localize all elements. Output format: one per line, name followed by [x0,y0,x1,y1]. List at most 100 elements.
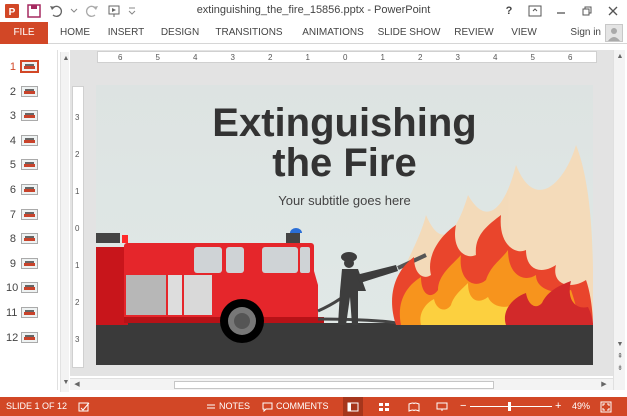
fit-to-window-icon[interactable] [600,397,612,416]
horizontal-scroll-thumb[interactable] [174,381,494,389]
reading-view-button[interactable] [408,397,420,416]
slide-thumbnail-image [21,110,38,122]
scroll-right-icon[interactable]: ▶ [599,380,609,390]
ruler-tick-label: 3 [230,53,235,62]
slide-thumbnail[interactable]: 7 [0,206,56,224]
ruler-tick-label: 1 [380,53,385,62]
next-slide-icon[interactable]: ⇟ [615,364,625,374]
slide-sorter-button[interactable] [378,397,390,416]
scroll-down-icon[interactable]: ▼ [615,340,625,350]
slide-thumbnail[interactable]: 10 [0,279,56,297]
ruler-tick-label: 2 [418,53,423,62]
ruler-tick-label: 4 [193,53,198,62]
slide-show-button[interactable] [436,397,448,416]
thumbnail-art [24,287,35,291]
slide-thumbnail-number: 8 [9,233,16,246]
tab-review[interactable]: REVIEW [450,22,498,44]
slide-subtitle[interactable]: Your subtitle goes here [96,193,593,208]
tab-file[interactable]: FILE [0,22,48,44]
tab-design[interactable]: DESIGN [157,22,203,44]
zoom-in-button[interactable]: + [555,397,561,416]
slide-thumbnail-number: 10 [6,282,19,295]
reading-view-icon [408,402,420,412]
ruler-tick-label: 0 [343,53,348,62]
ribbon-display-options-icon[interactable] [527,3,543,19]
slide-thumbnail-image [21,233,38,245]
ruler-tick-label: 6 [568,53,573,62]
comments-icon [262,402,273,412]
zoom-slider-track[interactable] [470,406,552,407]
slide-thumbnail[interactable]: 8 [0,230,56,248]
close-icon[interactable] [605,3,621,19]
slide-thumbnail[interactable]: 5 [0,156,56,174]
thumbnail-art [24,164,35,168]
tab-transitions[interactable]: TRANSITIONS [211,22,287,44]
horizontal-scrollbar[interactable]: ◀ ▶ [70,378,613,390]
tab-slide-show[interactable]: SLIDE SHOW [377,22,441,44]
slide-thumbnail[interactable]: 11 [0,304,56,322]
previous-slide-icon[interactable]: ⇞ [615,352,625,362]
normal-view-button[interactable] [343,397,363,416]
minimize-icon[interactable] [553,3,569,19]
powerpoint-window: P extinguishing_the_fire_15856.pptx - Po… [0,0,627,416]
slide-thumbnail[interactable]: 1 [0,58,56,76]
slide-counter: SLIDE 1 OF 12 [6,401,68,411]
slide-thumbnail-image [21,85,38,97]
account-avatar-icon[interactable] [605,24,623,42]
slide-thumbnail[interactable]: 2 [0,83,56,101]
thumbnail-art [24,336,35,340]
slide-thumbnail-number: 9 [9,257,16,270]
thumbnail-art [24,115,35,119]
slide-canvas[interactable]: Extinguishing the Fire Your subtitle goe… [96,85,593,365]
horizontal-ruler: 6 5 4 3 2 1 0 1 2 3 4 5 6 [97,51,597,63]
scroll-up-icon[interactable]: ▲ [615,52,625,62]
tab-home[interactable]: HOME [55,22,95,44]
slide-thumbnail-image [21,159,38,171]
tab-view[interactable]: VIEW [506,22,542,44]
vertical-scrollbar[interactable]: ▲ ▼ ⇞ ⇟ [613,50,625,390]
ruler-tick-label: 5 [530,53,535,62]
ruler-tick-label: 2 [268,53,273,62]
ruler-tick-label: 2 [75,150,80,159]
zoom-slider-thumb[interactable] [508,402,511,411]
slide-title[interactable]: Extinguishing the Fire [96,103,593,183]
ruler-tick-label: 4 [493,53,498,62]
slide-thumbnail[interactable]: 12 [0,329,56,347]
notes-button[interactable]: NOTES [206,397,250,416]
sign-in-link[interactable]: Sign in [570,22,601,44]
comments-button[interactable]: COMMENTS [262,397,329,416]
ruler-tick-label: 1 [305,53,310,62]
scroll-left-icon[interactable]: ◀ [72,380,82,390]
thumbnail-art [24,213,35,217]
help-button[interactable]: ? [501,3,517,19]
thumbnail-art [24,262,35,266]
slide-show-icon [436,402,448,411]
ruler-tick-label: 5 [155,53,160,62]
slide-thumbnail[interactable]: 4 [0,132,56,150]
vertical-ruler: 3 2 1 0 1 2 3 [72,86,84,368]
slide-thumbnail[interactable]: 9 [0,255,56,273]
slide-thumbnails-pane: 1 2 3 4 5 6 7 8 9 10 11 12 [0,50,58,390]
slide-thumbnail-image [21,208,38,220]
thumbnail-art [24,312,35,315]
slide-thumbnail-number: 7 [9,208,16,221]
thumbnail-art [24,189,35,192]
ruler-tick-label: 3 [75,335,80,344]
ruler-tick-label: 1 [75,261,80,270]
zoom-level[interactable]: 49% [572,397,590,416]
thumbnail-art [24,90,35,94]
slide-title-line-1: Extinguishing [212,101,477,145]
spell-check-icon[interactable] [78,397,90,416]
comments-label: COMMENTS [276,401,329,411]
tab-insert[interactable]: INSERT [104,22,148,44]
ruler-tick-label: 3 [455,53,460,62]
slide-thumbnail[interactable]: 3 [0,107,56,125]
slide-thumbnail-image [21,307,38,318]
title-bar: P extinguishing_the_fire_15856.pptx - Po… [0,0,627,22]
ruler-tick-label: 1 [75,187,80,196]
slide-thumbnail[interactable]: 6 [0,181,56,199]
tab-animations[interactable]: ANIMATIONS [296,22,370,44]
zoom-out-button[interactable]: − [460,397,466,416]
thumbnails-scrollbar[interactable]: ▲ ▼ [60,52,69,392]
restore-icon[interactable] [579,3,595,19]
